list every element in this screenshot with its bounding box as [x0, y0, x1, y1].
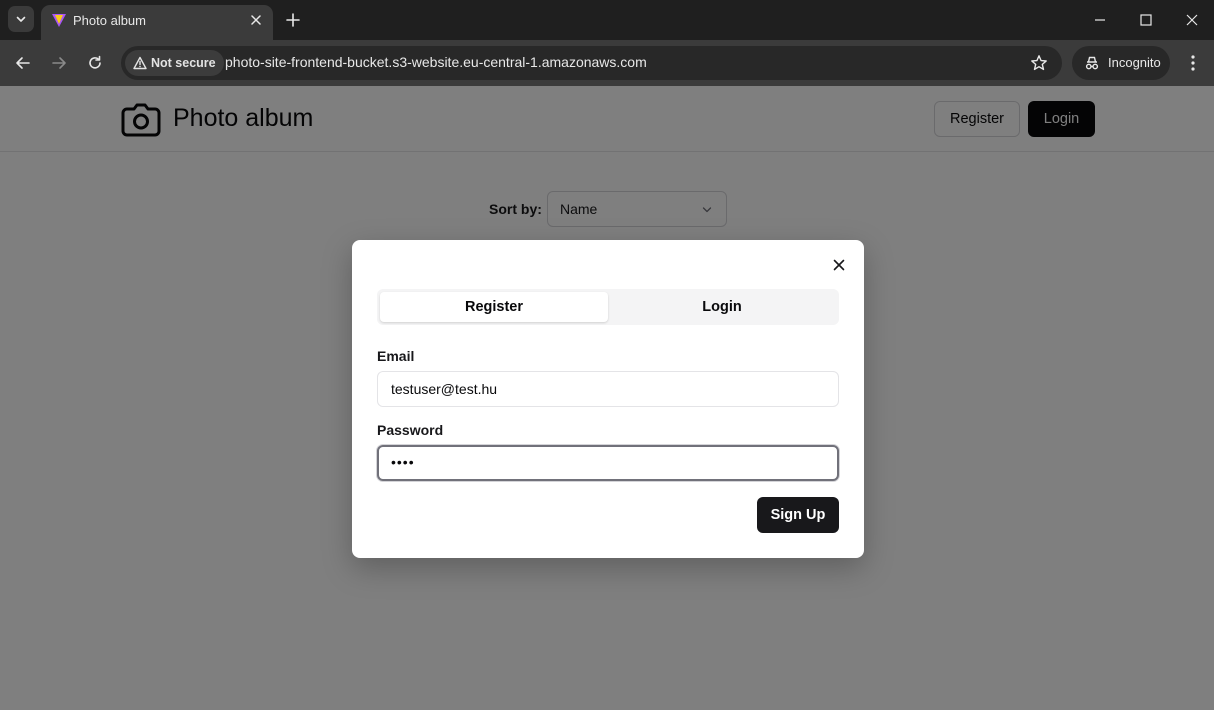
tab-close-icon[interactable] — [249, 13, 263, 27]
address-bar[interactable]: Not secure photo-site-frontend-bucket.s3… — [121, 46, 1062, 80]
url-text: photo-site-frontend-bucket.s3-website.eu… — [225, 54, 647, 70]
minimize-icon[interactable] — [1092, 12, 1108, 28]
chevron-down-icon — [16, 16, 26, 22]
forward-arrow-icon[interactable] — [50, 54, 68, 72]
incognito-profile-button[interactable]: Incognito — [1072, 46, 1170, 80]
bookmark-star-icon[interactable] — [1030, 54, 1048, 72]
security-label: Not secure — [151, 56, 216, 70]
browser-toolbar: Not secure photo-site-frontend-bucket.s3… — [0, 40, 1214, 86]
auth-dialog: Register Login Email testuser@test.hu Pa… — [352, 240, 864, 558]
maximize-icon[interactable] — [1138, 12, 1154, 28]
reload-icon[interactable] — [86, 54, 104, 72]
incognito-icon — [1085, 56, 1099, 70]
browser-tab[interactable]: Photo album — [41, 5, 273, 40]
browser-tabstrip: Photo album — [0, 0, 1214, 40]
back-arrow-icon[interactable] — [14, 54, 32, 72]
tab-title: Photo album — [73, 13, 146, 28]
sign-up-button[interactable]: Sign Up — [757, 497, 839, 533]
auth-tabs: Register Login — [377, 289, 839, 325]
browser-menu-icon[interactable] — [1185, 54, 1201, 72]
vite-favicon-icon — [52, 14, 66, 27]
warning-icon — [133, 56, 147, 70]
tab-login[interactable]: Login — [608, 292, 836, 322]
tab-search-button[interactable] — [8, 6, 34, 32]
close-icon[interactable] — [831, 257, 847, 273]
page-viewport: Photo album Register Login Sort by: Name… — [0, 86, 1214, 710]
email-field[interactable]: testuser@test.hu — [377, 371, 839, 407]
new-tab-icon[interactable] — [285, 12, 301, 28]
window-close-icon[interactable] — [1184, 12, 1200, 28]
password-label: Password — [377, 422, 444, 438]
password-field[interactable]: •••• — [377, 445, 839, 481]
tab-register[interactable]: Register — [380, 292, 608, 322]
password-value: •••• — [391, 454, 415, 470]
profile-label: Incognito — [1108, 55, 1161, 70]
email-label: Email — [377, 348, 415, 364]
security-chip[interactable]: Not secure — [125, 50, 224, 76]
email-value: testuser@test.hu — [391, 381, 498, 397]
